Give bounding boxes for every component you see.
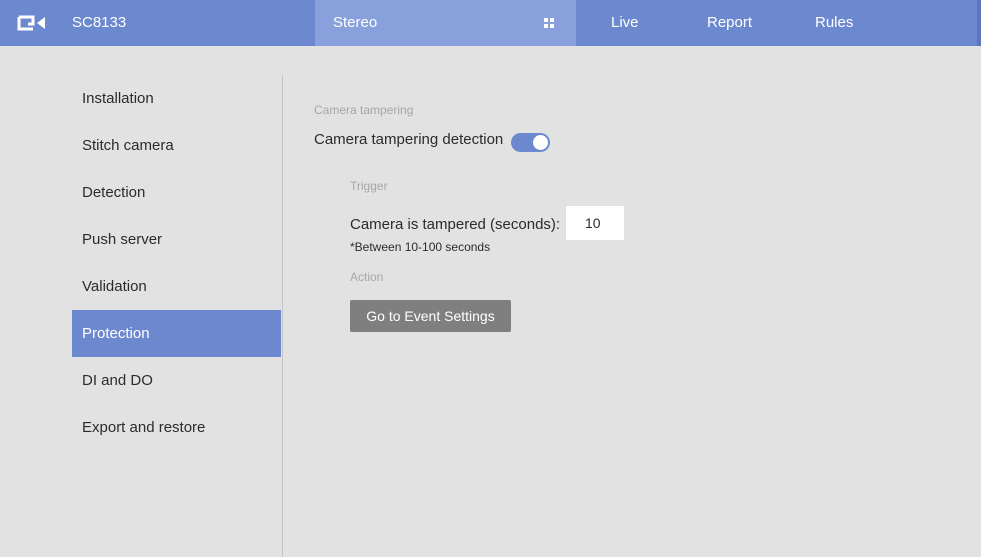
sidebar-item-detection[interactable]: Detection	[72, 169, 281, 216]
model-name: SC8133	[72, 14, 127, 31]
sidebar: Installation Stitch camera Detection Pus…	[72, 75, 281, 451]
sidebar-item-validation[interactable]: Validation	[72, 263, 281, 310]
camera-tampering-section-title: Camera tampering	[314, 103, 414, 117]
grid-icon[interactable]	[544, 18, 554, 28]
vivotek-logo-icon[interactable]	[16, 13, 50, 33]
sidebar-item-di-and-do[interactable]: DI and DO	[72, 357, 281, 404]
sidebar-item-push-server[interactable]: Push server	[72, 216, 281, 263]
trigger-title: Trigger	[350, 179, 388, 193]
tampering-detection-label: Camera tampering detection	[314, 131, 504, 148]
sidebar-item-export-and-restore[interactable]: Export and restore	[72, 404, 281, 451]
tab-rules[interactable]: Rules	[815, 0, 853, 46]
sidebar-item-installation[interactable]: Installation	[72, 75, 281, 122]
tab-report[interactable]: Report	[707, 0, 752, 46]
toggle-knob	[533, 135, 548, 150]
top-bar-edge	[977, 0, 981, 46]
tampered-seconds-label: Camera is tampered (seconds):	[350, 216, 561, 233]
app-window: SC8133 Stereo Live Report Rules Installa…	[0, 0, 981, 557]
action-title: Action	[350, 270, 384, 284]
top-bar: SC8133 Stereo Live Report Rules	[0, 0, 981, 46]
tampered-seconds-input[interactable]	[566, 206, 624, 240]
tab-live[interactable]: Live	[611, 0, 639, 46]
sidebar-item-protection[interactable]: Protection	[72, 310, 281, 357]
go-to-event-settings-button[interactable]: Go to Event Settings	[350, 300, 511, 332]
stereo-tab-label: Stereo	[333, 14, 378, 31]
tampering-detection-toggle[interactable]	[511, 133, 550, 152]
sidebar-divider	[282, 75, 283, 557]
seconds-range-hint: *Between 10-100 seconds	[350, 240, 491, 254]
sidebar-item-stitch-camera[interactable]: Stitch camera	[72, 122, 281, 169]
stereo-tab[interactable]: Stereo	[315, 0, 576, 46]
